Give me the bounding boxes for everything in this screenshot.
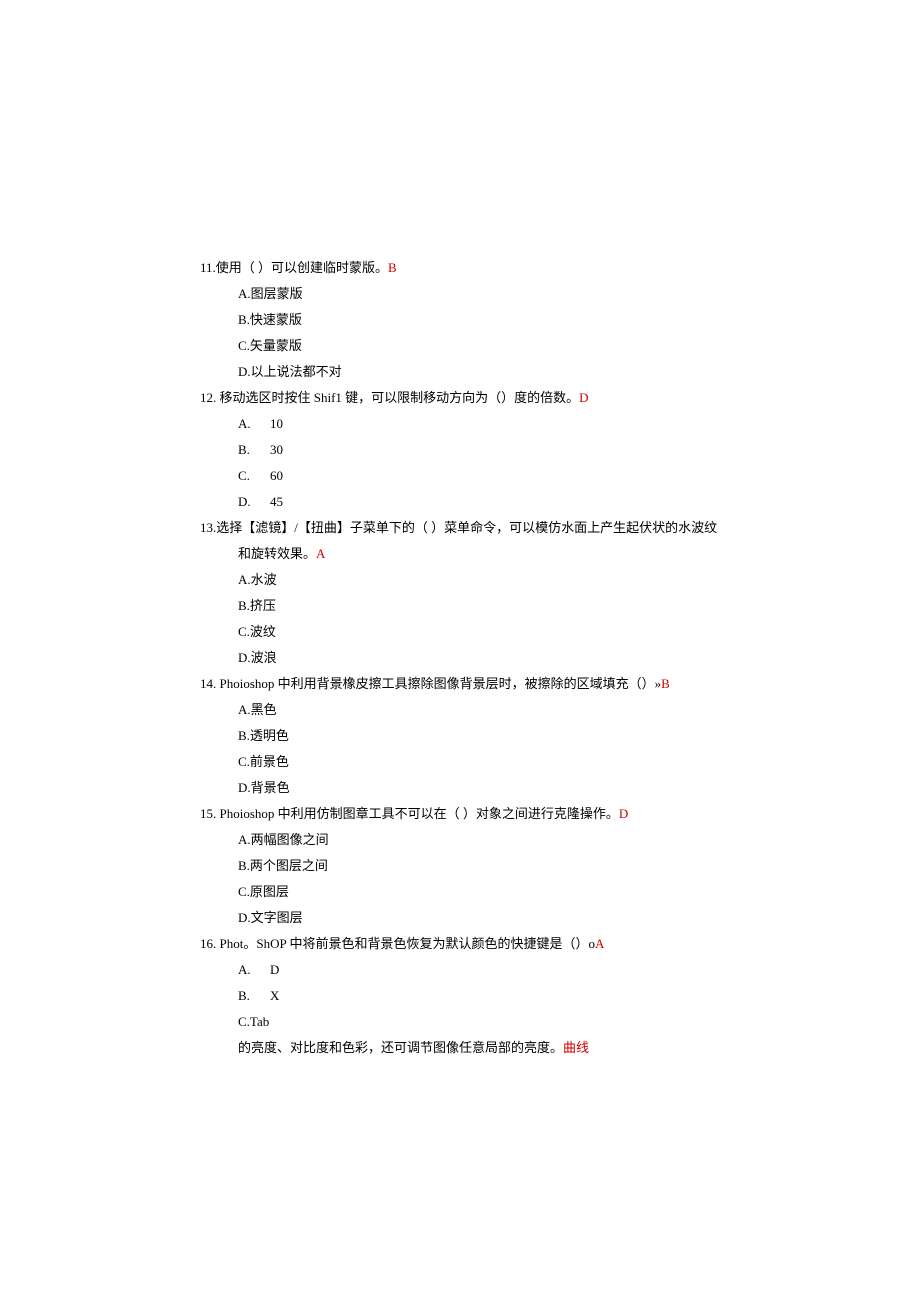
q12-b-val: 30 [270,442,283,457]
q11-option-a: A.图层蒙版 [200,281,720,307]
question-11: 11.使用（ ）可以创建临时蒙版。B A.图层蒙版 B.快速蒙版 C.矢量蒙版 … [200,255,720,385]
q16-b-val: X [270,988,279,1003]
q11-answer: B [388,260,397,275]
q14-num: 14. [200,676,216,691]
q12-answer: D [579,390,588,405]
q16-b-letter: B. [238,983,270,1009]
q14-option-d: D.背景色 [200,775,720,801]
q14-option-a: A.黑色 [200,697,720,723]
q16-trail-red: 曲线 [563,1040,589,1055]
q15-option-d: D.文字图层 [200,905,720,931]
q12-option-a: A.10 [200,411,720,437]
question-13-cont: 和旋转效果。A [200,541,720,567]
q14-answer: B [661,676,670,691]
q13-option-c: C.波纹 [200,619,720,645]
q14-option-c: C.前景色 [200,749,720,775]
question-13: 13.选择【滤镜】/【扭曲】子菜单下的（ ）菜单命令，可以模仿水面上产生起伏状的… [200,515,720,671]
q13-option-d: D.波浪 [200,645,720,671]
q13-text: 选择【滤镜】/【扭曲】子菜单下的（ ）菜单命令，可以模仿水面上产生起伏状的水波纹 [216,520,717,535]
q11-option-c: C.矢量蒙版 [200,333,720,359]
q15-option-b: B.两个图层之间 [200,853,720,879]
question-16-stem: 16. Phot。ShOP 中将前景色和背景色恢复为默认颜色的快捷键是（）oA [200,931,720,957]
q13-option-b: B.挤压 [200,593,720,619]
q13-num: 13. [200,520,216,535]
question-12-stem: 12. 移动选区时按住 Shif1 键，可以限制移动方向为（）度的倍数。D [200,385,720,411]
q15-option-a: A.两幅图像之间 [200,827,720,853]
question-16: 16. Phot。ShOP 中将前景色和背景色恢复为默认颜色的快捷键是（）oA … [200,931,720,1061]
q12-c-val: 60 [270,468,283,483]
q13-cont-text: 和旋转效果。 [238,546,316,561]
question-12: 12. 移动选区时按住 Shif1 键，可以限制移动方向为（）度的倍数。D A.… [200,385,720,515]
q16-a-val: D [270,962,279,977]
q16-option-a: A.D [200,957,720,983]
q12-d-letter: D. [238,489,270,515]
q12-num: 12. [200,390,216,405]
q15-option-c: C.原图层 [200,879,720,905]
q15-answer: D [619,806,628,821]
q12-c-letter: C. [238,463,270,489]
q15-text: Phoioshop 中利用仿制图章工具不可以在（ ）对象之间进行克隆操作。 [216,806,619,821]
q16-a-letter: A. [238,957,270,983]
question-13-stem: 13.选择【滤镜】/【扭曲】子菜单下的（ ）菜单命令，可以模仿水面上产生起伏状的… [200,515,720,541]
question-15-stem: 15. Phoioshop 中利用仿制图章工具不可以在（ ）对象之间进行克隆操作… [200,801,720,827]
q16-option-b: B.X [200,983,720,1009]
q11-option-d: D.以上说法都不对 [200,359,720,385]
q12-d-val: 45 [270,494,283,509]
q12-a-letter: A. [238,411,270,437]
q16-trailing: 的亮度、对比度和色彩，还可调节图像任意局部的亮度。曲线 [200,1035,720,1061]
q11-num: 11. [200,260,216,275]
q15-num: 15. [200,806,216,821]
q11-option-b: B.快速蒙版 [200,307,720,333]
question-11-stem: 11.使用（ ）可以创建临时蒙版。B [200,255,720,281]
q16-answer: A [595,936,604,951]
q11-text: 使用（ ）可以创建临时蒙版。 [216,260,388,275]
q14-text: Phoioshop 中利用背景橡皮擦工具擦除图像背景层时，被擦除的区域填充（）» [216,676,661,691]
q13-option-a: A.水波 [200,567,720,593]
q12-option-b: B.30 [200,437,720,463]
q12-b-letter: B. [238,437,270,463]
q14-option-b: B.透明色 [200,723,720,749]
question-14-stem: 14. Phoioshop 中利用背景橡皮擦工具擦除图像背景层时，被擦除的区域填… [200,671,720,697]
q12-a-val: 10 [270,416,283,431]
q16-num: 16. [200,936,216,951]
question-14: 14. Phoioshop 中利用背景橡皮擦工具擦除图像背景层时，被擦除的区域填… [200,671,720,801]
q12-option-c: C.60 [200,463,720,489]
q16-trail-text: 的亮度、对比度和色彩，还可调节图像任意局部的亮度。 [238,1040,563,1055]
q13-answer: A [316,546,325,561]
q12-option-d: D.45 [200,489,720,515]
q16-text: Phot。ShOP 中将前景色和背景色恢复为默认颜色的快捷键是（）o [216,936,595,951]
q16-option-c: C.Tab [200,1009,720,1035]
question-15: 15. Phoioshop 中利用仿制图章工具不可以在（ ）对象之间进行克隆操作… [200,801,720,931]
q12-text: 移动选区时按住 Shif1 键，可以限制移动方向为（）度的倍数。 [216,390,579,405]
